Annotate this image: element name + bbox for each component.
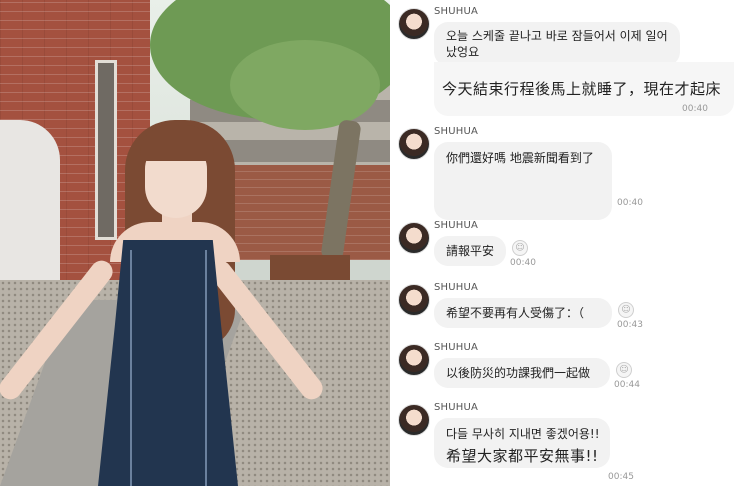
message-text: 以後防災的功課我們一起做 [446,366,591,380]
emoji-reaction-icon[interactable]: ☺ [616,362,632,378]
emoji-reaction-icon[interactable]: ☺ [512,240,528,256]
sender-name: SHUHUA [434,282,479,293]
message-bubble[interactable]: 希望不要再有人受傷了：（ [434,298,612,328]
sender-name: SHUHUA [434,402,479,413]
sender-avatar[interactable] [398,222,430,254]
sender-name: SHUHUA [434,342,479,353]
message-bubble[interactable]: 你們還好嗎 地震新聞看到了 [434,142,612,220]
message-timestamp: 00:40 [682,104,708,114]
sender-avatar[interactable] [398,404,430,436]
planter-box [270,255,350,280]
chat-thread[interactable]: SHUHUA 오늘 스케줄 끝나고 바로 잠들어서 이제 일어 났엉요 今天結束… [390,0,750,486]
message-text: 다들 무사히 지내면 좋겠어용!! [446,427,600,441]
dress-seam [130,250,132,486]
message-text: 났엉요 [446,45,480,59]
sender-avatar[interactable] [398,344,430,376]
message-text: 你們還好嗎 地震新聞看到了 [446,151,594,165]
sender-name: SHUHUA [434,6,479,17]
message-bubble[interactable]: 오늘 스케줄 끝나고 바로 잠들어서 이제 일어 났엉요 [434,22,680,66]
message-timestamp: 00:43 [617,320,643,330]
message-bubble[interactable]: 請報平安 [434,236,506,266]
chat-message: SHUHUA 希望不要再有人受傷了：（ ☺ 00:43 [390,282,750,334]
profile-photo [0,0,390,486]
sender-name: SHUHUA [434,126,479,137]
sender-name: SHUHUA [434,220,479,231]
message-text: 希望不要再有人受傷了：（ [446,306,585,320]
message-timestamp: 00:40 [510,258,536,268]
chat-message: SHUHUA 다들 무사히 지내면 좋겠어용!! 希望大家都平安無事!! 00:… [390,402,750,486]
chat-message: SHUHUA 你們還好嗎 地震新聞看到了 00:40 [390,126,750,220]
translation-caption: 希望大家都平安無事!! [446,447,599,465]
sender-avatar[interactable] [398,128,430,160]
message-timestamp: 00:40 [617,198,643,208]
chat-message: SHUHUA 以後防災的功課我們一起做 ☺ 00:44 [390,342,750,394]
message-bubble[interactable]: 以後防災的功課我們一起做 [434,358,610,388]
translation-caption: 今天結束行程後馬上就睡了，現在才起床 [442,80,722,98]
arched-doorway [0,120,60,300]
message-timestamp: 00:44 [614,380,640,390]
message-bubble[interactable]: 다들 무사히 지내면 좋겠어용!! 希望大家都平安無事!! [434,418,610,468]
sender-avatar[interactable] [398,8,430,40]
message-text: 請報平安 [446,244,495,258]
dress-seam [205,250,207,486]
building-window [95,60,117,240]
sender-avatar[interactable] [398,284,430,316]
chat-message: SHUHUA 오늘 스케줄 끝나고 바로 잠들어서 이제 일어 났엉요 今天結束… [390,6,750,116]
message-timestamp: 00:45 [608,472,634,482]
message-text: 오늘 스케줄 끝나고 바로 잠들어서 이제 일어 [446,29,668,43]
emoji-reaction-icon[interactable]: ☺ [618,302,634,318]
chat-message: SHUHUA 請報平安 ☺ 00:40 [390,220,750,272]
person-bangs [140,125,214,161]
tree-canopy [230,40,380,130]
